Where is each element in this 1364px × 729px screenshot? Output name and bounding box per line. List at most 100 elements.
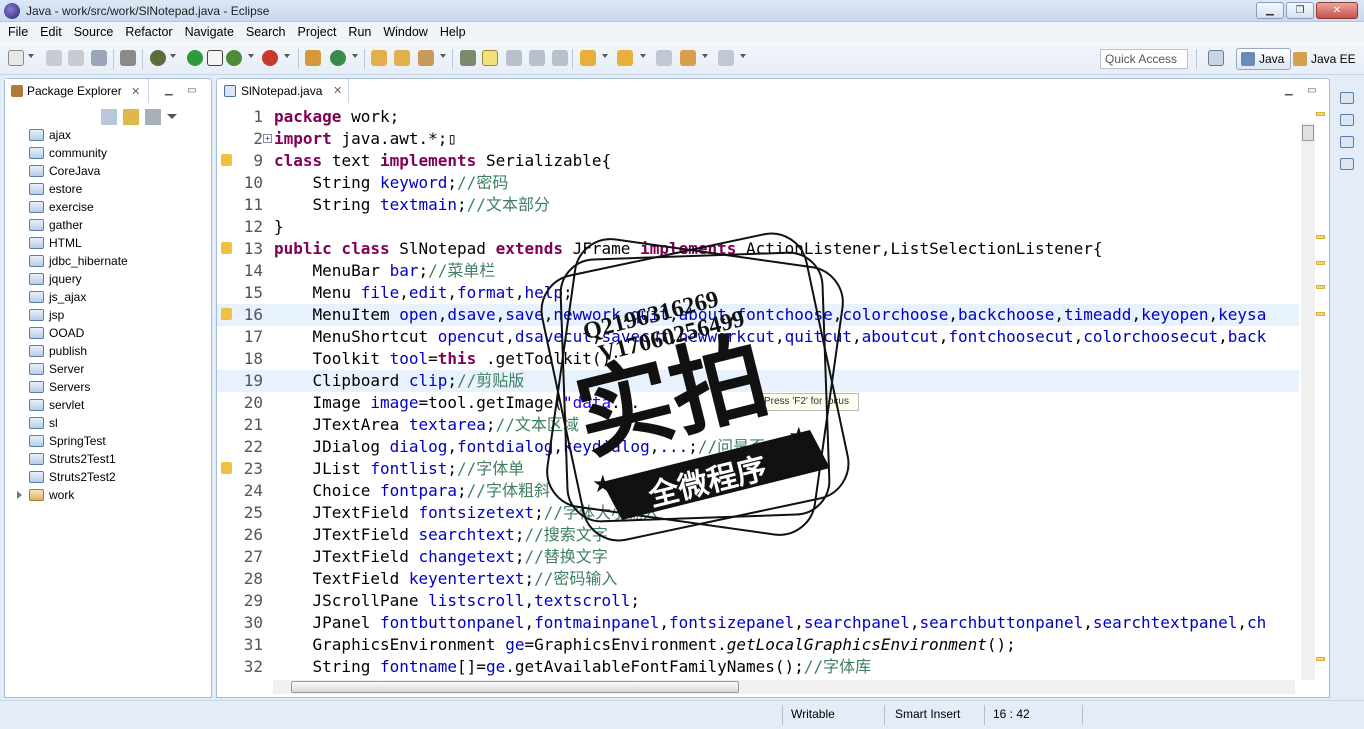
tree-item[interactable]: work xyxy=(5,486,211,504)
task-list-icon[interactable] xyxy=(1340,114,1354,126)
last-edit-location-icon[interactable] xyxy=(656,50,672,66)
horizontal-scroll-thumb[interactable] xyxy=(291,681,739,693)
menu-file[interactable]: File xyxy=(2,22,34,42)
code-line[interactable]: 18 Toolkit tool=this .getToolkit(); xyxy=(217,348,1299,370)
forward-dropdown-icon[interactable] xyxy=(740,54,746,58)
menu-search[interactable]: Search xyxy=(240,22,292,42)
overview-marker[interactable] xyxy=(1316,657,1325,661)
code-line[interactable]: 31 GraphicsEnvironment ge=GraphicsEnviro… xyxy=(217,634,1299,656)
minimize-view-icon[interactable]: ▁ xyxy=(165,85,173,96)
previous-edit-icon[interactable] xyxy=(617,50,633,66)
horizontal-scrollbar[interactable] xyxy=(273,680,1295,694)
save-all-icon[interactable] xyxy=(68,50,84,66)
toggle-block-selection-icon[interactable] xyxy=(506,50,522,66)
next-edit-dropdown-icon[interactable] xyxy=(602,54,608,58)
tree-item[interactable]: Servers xyxy=(5,378,211,396)
console-icon[interactable] xyxy=(1340,158,1354,170)
maximize-view-icon[interactable]: ▭ xyxy=(187,85,196,96)
code-line[interactable]: 12} xyxy=(217,216,1299,238)
new-dropdown-icon[interactable] xyxy=(28,54,34,58)
tree-item[interactable]: community xyxy=(5,144,211,162)
focus-task-icon[interactable] xyxy=(145,109,161,125)
coverage-icon[interactable] xyxy=(226,50,242,66)
expand-arrow-icon[interactable] xyxy=(17,491,22,499)
minimize-button[interactable]: ▁ xyxy=(1256,2,1284,19)
tree-item[interactable]: Struts2Test1 xyxy=(5,450,211,468)
debug-dropdown-icon[interactable] xyxy=(170,54,176,58)
external-tools-icon[interactable] xyxy=(262,50,278,66)
code-line[interactable]: 10 String keyword;//密码 xyxy=(217,172,1299,194)
tree-item[interactable]: jquery xyxy=(5,270,211,288)
code-line[interactable]: 21 JTextArea textarea;//文本区域 xyxy=(217,414,1299,436)
overview-marker[interactable] xyxy=(1316,235,1325,239)
code-line[interactable]: 23 JList fontlist;//字体单 xyxy=(217,458,1299,480)
tree-item[interactable]: sl xyxy=(5,414,211,432)
menu-project[interactable]: Project xyxy=(292,22,343,42)
link-with-editor-icon[interactable] xyxy=(123,109,139,125)
tree-item[interactable]: jdbc_hibernate xyxy=(5,252,211,270)
coverage-dropdown-icon[interactable] xyxy=(248,54,254,58)
next-edit-icon[interactable] xyxy=(580,50,596,66)
view-menu-icon[interactable] xyxy=(167,114,177,119)
tree-item[interactable]: Struts2Test2 xyxy=(5,468,211,486)
tree-item[interactable]: estore xyxy=(5,180,211,198)
open-perspective-icon[interactable] xyxy=(1208,50,1224,66)
run-icon[interactable] xyxy=(187,50,203,66)
fold-expand-icon[interactable]: + xyxy=(263,134,272,143)
maximize-button[interactable]: ❐ xyxy=(1286,2,1314,19)
code-line[interactable]: 9 class text implements Serializable{ xyxy=(217,150,1299,172)
code-line[interactable]: 14 MenuBar bar;//菜单栏 xyxy=(217,260,1299,282)
code-line[interactable]: 13 public class SlNotepad extends JFrame … xyxy=(217,238,1299,260)
close-tab-icon[interactable]: ✕ xyxy=(333,79,342,103)
code-line[interactable]: 27 JTextField changetext;//替换文字 xyxy=(217,546,1299,568)
overview-ruler[interactable] xyxy=(1315,106,1327,678)
tab-package-explorer[interactable]: Package Explorer ✕ xyxy=(5,79,150,103)
code-line[interactable]: 30 JPanel fontbuttonpanel,fontmainpanel,… xyxy=(217,612,1299,634)
skip-breakpoints-icon[interactable] xyxy=(120,50,136,66)
tab-slnotepad-java[interactable]: SlNotepad.java ✕ xyxy=(217,79,350,103)
menu-window[interactable]: Window xyxy=(377,22,433,42)
vertical-scrollbar[interactable] xyxy=(1301,123,1315,680)
open-type-icon[interactable] xyxy=(371,50,387,66)
tree-item[interactable]: ajax xyxy=(5,126,211,144)
code-line[interactable]: 26 JTextField searchtext;//搜索文字 xyxy=(217,524,1299,546)
code-editor[interactable]: 1 package work; 2 + import java.awt.*;▯ 9 clas… xyxy=(217,106,1299,678)
maximize-editor-icon[interactable]: ▭ xyxy=(1307,85,1316,96)
new-class-icon[interactable] xyxy=(330,50,346,66)
run-last-icon[interactable] xyxy=(207,50,223,66)
menu-refactor[interactable]: Refactor xyxy=(119,22,178,42)
code-line[interactable]: 29 JScrollPane listscroll,textscroll; xyxy=(217,590,1299,612)
tree-item[interactable]: Server xyxy=(5,360,211,378)
tree-item[interactable]: HTML xyxy=(5,234,211,252)
external-tools-dropdown-icon[interactable] xyxy=(284,54,290,58)
tree-item[interactable]: gather xyxy=(5,216,211,234)
code-line[interactable]: 25 JTextField fontsizetext;//字体大小输入 xyxy=(217,502,1299,524)
overview-marker[interactable] xyxy=(1316,285,1325,289)
overview-marker[interactable] xyxy=(1316,112,1325,116)
perspective-java[interactable]: Java xyxy=(1236,48,1292,70)
overview-marker[interactable] xyxy=(1316,312,1325,316)
overview-marker[interactable] xyxy=(1316,261,1325,265)
code-line[interactable]: 16 MenuItem open,dsave,save,newwork,quit… xyxy=(217,304,1299,326)
back-icon[interactable] xyxy=(680,50,696,66)
tree-item[interactable]: servlet xyxy=(5,396,211,414)
save-icon[interactable] xyxy=(46,50,62,66)
search-dropdown-icon[interactable] xyxy=(440,54,446,58)
open-task-icon[interactable] xyxy=(394,50,410,66)
outline-icon[interactable] xyxy=(1340,136,1354,148)
menu-edit[interactable]: Edit xyxy=(34,22,68,42)
code-line[interactable]: 28 TextField keyentertext;//密码输入 xyxy=(217,568,1299,590)
menu-source[interactable]: Source xyxy=(68,22,120,42)
debug-icon[interactable] xyxy=(150,50,166,66)
code-line[interactable]: 15 Menu file,edit,format,help; xyxy=(217,282,1299,304)
previous-edit-dropdown-icon[interactable] xyxy=(640,54,646,58)
code-line[interactable]: 24 Choice fontpara;//字体粗斜 xyxy=(217,480,1299,502)
tree-item[interactable]: js_ajax xyxy=(5,288,211,306)
next-annotation-icon[interactable] xyxy=(460,50,476,66)
new-java-project-icon[interactable] xyxy=(305,50,321,66)
code-line[interactable]: 20 Image image=tool.getImage("data... xyxy=(217,392,1299,414)
collapse-all-icon[interactable] xyxy=(101,109,117,125)
new-class-dropdown-icon[interactable] xyxy=(352,54,358,58)
tree-item[interactable]: OOAD xyxy=(5,324,211,342)
close-tab-icon[interactable]: ✕ xyxy=(131,86,140,98)
